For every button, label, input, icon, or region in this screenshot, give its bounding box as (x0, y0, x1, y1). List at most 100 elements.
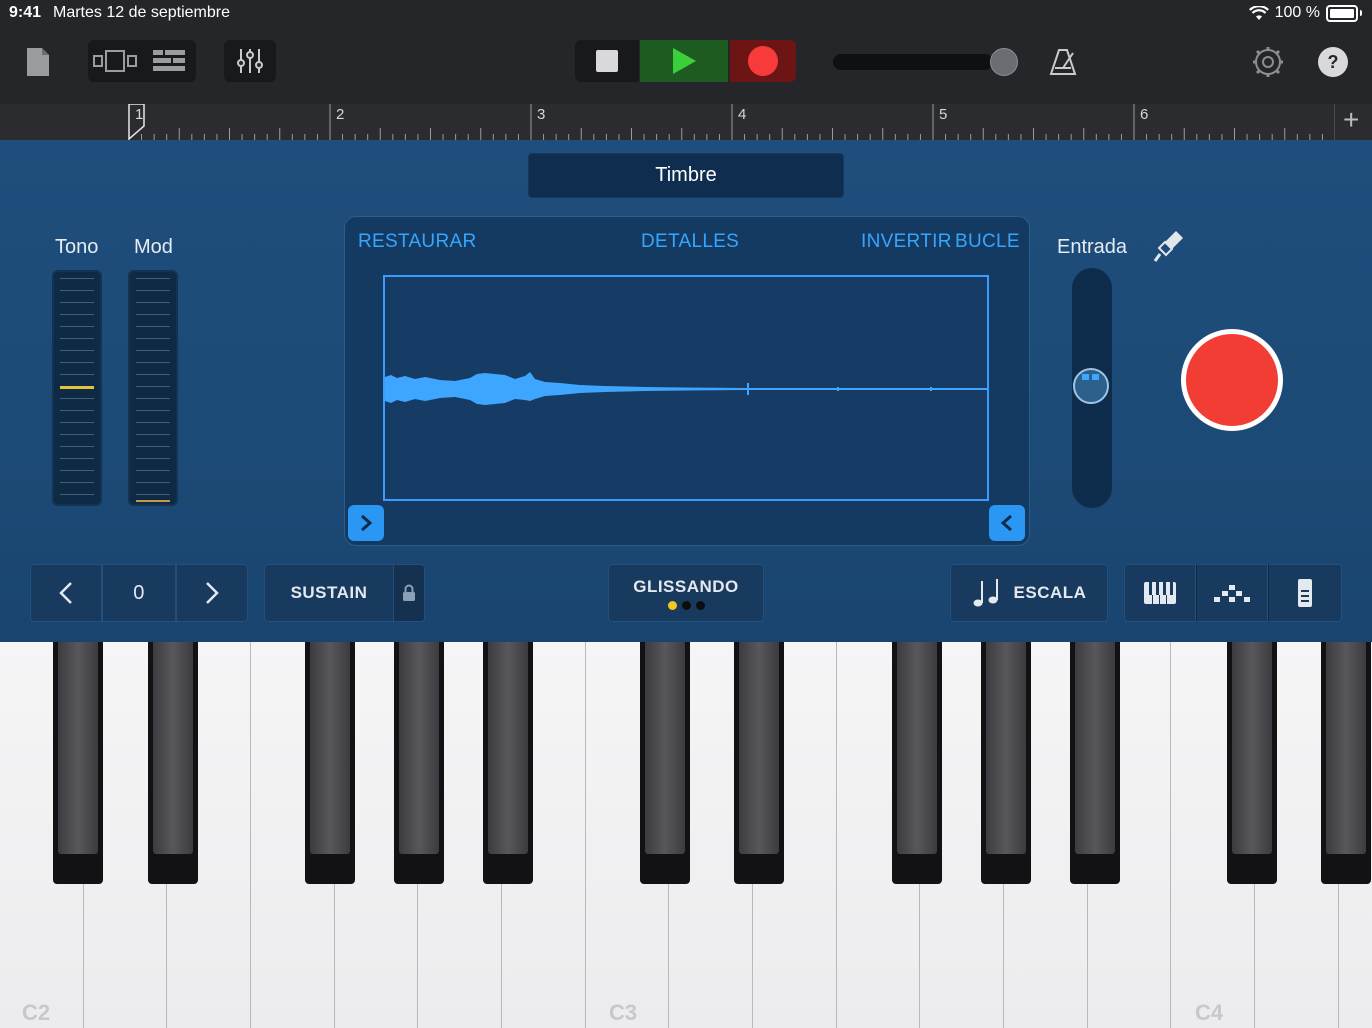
record-button[interactable] (730, 40, 796, 82)
pitch-wheel[interactable] (52, 270, 102, 506)
black-key-face (986, 642, 1026, 854)
black-key-face (739, 642, 779, 854)
octave-value: 0 (102, 564, 176, 622)
black-key[interactable] (483, 642, 533, 884)
metronome-icon (1049, 49, 1077, 75)
black-key-face (310, 642, 350, 854)
ruler-divider (1334, 104, 1335, 140)
mixer-button[interactable] (224, 40, 276, 82)
black-key-face (153, 642, 193, 854)
battery-icon (1326, 4, 1358, 22)
lock-icon (403, 584, 415, 601)
modulation-wheel[interactable] (128, 270, 178, 506)
chevron-right-icon (206, 582, 219, 604)
record-icon (748, 46, 778, 76)
playhead-icon[interactable] (127, 104, 147, 140)
black-key[interactable] (53, 642, 103, 884)
trim-start-handle[interactable] (348, 505, 384, 541)
mode-dot (695, 600, 705, 610)
octave-down-button[interactable] (30, 564, 102, 622)
mod-label: Mod (134, 236, 173, 258)
black-key[interactable] (1227, 642, 1277, 884)
entrada-label: Entrada (1057, 236, 1128, 258)
browser-view-icon (93, 50, 137, 72)
master-volume-slider[interactable] (833, 54, 993, 70)
settings-button[interactable] (1248, 42, 1288, 82)
scale-button[interactable]: ESCALA (950, 564, 1108, 622)
black-key-face (1326, 642, 1366, 854)
sliders-icon (237, 49, 263, 73)
play-button[interactable] (640, 40, 728, 82)
reverse-button[interactable]: INVERTIR (861, 231, 952, 253)
black-key[interactable] (1070, 642, 1120, 884)
single-key-icon (1298, 579, 1312, 607)
my-songs-button[interactable] (22, 42, 54, 82)
black-key[interactable] (892, 642, 942, 884)
sustain-lock-button[interactable] (393, 564, 425, 622)
glissando-mode-dots (667, 600, 705, 610)
black-key-face (58, 642, 98, 854)
black-key-face (897, 642, 937, 854)
tracks-icon (153, 50, 185, 71)
waveform-editor: RESTAURAR DETALLES INVERTIR BUCLE (344, 216, 1030, 546)
stop-icon (596, 50, 618, 72)
black-key[interactable] (148, 642, 198, 884)
help-button[interactable]: ? (1318, 47, 1348, 77)
sample-record-button[interactable] (1181, 329, 1283, 431)
keyboard-mode-button[interactable] (1124, 564, 1196, 622)
black-key[interactable] (394, 642, 444, 884)
input-jack-icon[interactable] (1152, 228, 1186, 264)
loop-button[interactable]: BUCLE (955, 231, 1020, 253)
ruler-bar-number: 5 (939, 106, 948, 123)
mode-dot (681, 600, 691, 610)
status-right: 100 % (1248, 4, 1362, 22)
arpeggio-dots-icon (1214, 585, 1250, 602)
restore-button[interactable]: RESTAURAR (358, 231, 476, 253)
timeline-ruler[interactable]: 123456 + (0, 104, 1372, 141)
battery-tip (1360, 10, 1362, 16)
black-key-face (645, 642, 685, 854)
chevron-left-icon (59, 582, 72, 604)
document-icon (27, 48, 49, 76)
add-section-button[interactable]: + (1343, 104, 1359, 136)
keyboard-size-button[interactable] (1268, 564, 1342, 622)
input-level-knob[interactable] (1073, 368, 1109, 404)
black-key-face (399, 642, 439, 854)
black-key[interactable] (640, 642, 690, 884)
status-date: Martes 12 de septiembre (53, 4, 230, 21)
note-label-c3: C3 (609, 1000, 638, 1025)
play-icon (673, 48, 696, 74)
toolbar: ? (0, 28, 1372, 104)
trim-end-handle[interactable] (989, 505, 1025, 541)
black-key[interactable] (734, 642, 784, 884)
ruler-bar-number: 4 (738, 106, 747, 123)
details-button[interactable]: DETALLES (641, 231, 739, 253)
glissando-button[interactable]: GLISSANDO (608, 564, 764, 622)
ruler-bar-number: 3 (537, 106, 546, 123)
timbre-title-button[interactable]: Timbre (528, 153, 844, 198)
master-volume-knob[interactable] (990, 48, 1018, 76)
sampler-panel: Timbre Tono Mod RESTAURAR DETALLES INVER… (0, 140, 1372, 642)
note-label-c2: C2 (22, 1000, 51, 1025)
view-toggle-group (88, 40, 196, 82)
help-icon: ? (1327, 51, 1339, 72)
status-bar: 9:41 Martes 12 de septiembre 100 % (0, 0, 1372, 28)
piano-keys-icon (1144, 582, 1176, 604)
black-key[interactable] (981, 642, 1031, 884)
waveform (385, 372, 987, 405)
ruler-bar-number: 2 (336, 106, 345, 123)
black-key[interactable] (305, 642, 355, 884)
sustain-button[interactable]: SUSTAIN (264, 564, 394, 622)
metronome-button[interactable] (1044, 42, 1082, 82)
waveform-display[interactable] (383, 275, 989, 501)
wifi-icon (1248, 5, 1269, 20)
scale-label: ESCALA (1013, 583, 1087, 602)
black-key[interactable] (1321, 642, 1371, 884)
tracks-list-button[interactable] (142, 40, 196, 82)
tracks-view-button[interactable] (88, 40, 142, 82)
music-notes-icon (973, 579, 998, 607)
arpeggiator-button[interactable] (1196, 564, 1268, 622)
chevron-right-icon (361, 514, 373, 532)
stop-button[interactable] (575, 40, 639, 82)
octave-up-button[interactable] (176, 564, 248, 622)
